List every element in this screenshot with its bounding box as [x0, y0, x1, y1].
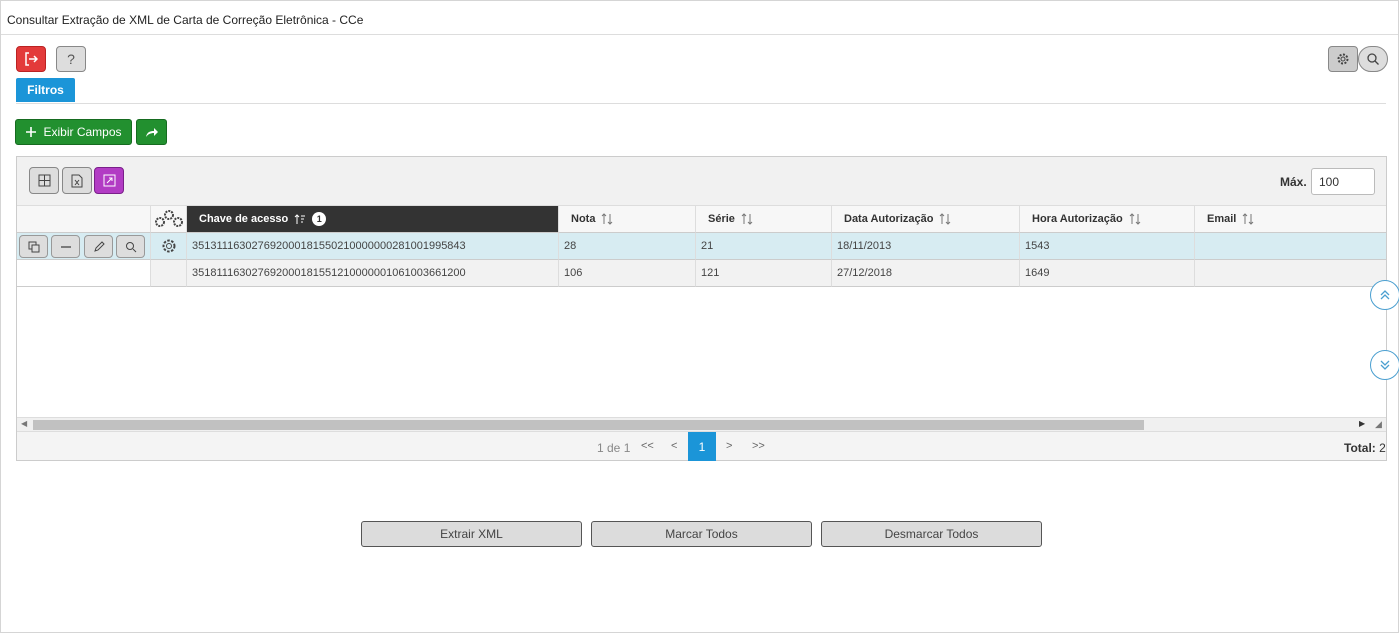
- header-data-autorizacao[interactable]: Data Autorização: [832, 206, 1020, 233]
- page-title: Consultar Extração de XML de Carta de Co…: [7, 13, 364, 27]
- sort-asc-icon: [294, 213, 306, 225]
- column-label: Chave de acesso: [199, 213, 289, 225]
- sort-icon: [1129, 213, 1141, 225]
- page-frame: Consultar Extração de XML de Carta de Co…: [0, 0, 1399, 633]
- chevrons-up-icon: [1380, 290, 1390, 300]
- max-input[interactable]: [1311, 168, 1375, 195]
- table-cell: 21: [696, 233, 832, 260]
- minus-icon: [60, 245, 71, 248]
- header-hora-autorizacao[interactable]: Hora Autorização: [1020, 206, 1195, 233]
- next-page-button[interactable]: >: [726, 440, 732, 452]
- max-label: Máx.: [1280, 175, 1307, 189]
- search-icon: [1367, 53, 1379, 65]
- title-bar: Consultar Extração de XML de Carta de Co…: [1, 1, 1398, 35]
- edit-button[interactable]: [84, 235, 113, 258]
- column-label: Email: [1207, 213, 1237, 225]
- search-icon: [125, 241, 136, 252]
- column-label: Nota: [571, 213, 596, 225]
- prev-page-button[interactable]: <: [671, 440, 677, 452]
- exit-button[interactable]: [16, 46, 46, 72]
- table-cell: 27/12/2018: [832, 260, 1020, 287]
- table-cell: 3513111630276920001815502100000002810019…: [187, 233, 559, 260]
- scroll-bottom-button[interactable]: [1370, 350, 1399, 380]
- divider: [16, 103, 1386, 104]
- page-info: 1 de 1: [597, 441, 631, 455]
- remove-button[interactable]: [51, 235, 80, 258]
- view-button[interactable]: [116, 235, 145, 258]
- sort-icon: [601, 213, 613, 225]
- expand-icon: [103, 174, 115, 187]
- total-label: Total:: [1344, 441, 1376, 455]
- table-cell: 1543: [1020, 233, 1195, 260]
- show-fields-label: Exibir Campos: [43, 125, 122, 139]
- column-label: Série: [708, 213, 735, 225]
- excel-icon: [71, 174, 83, 187]
- search-button[interactable]: [1358, 46, 1388, 72]
- current-page-button[interactable]: 1: [688, 432, 716, 461]
- column-label: Hora Autorização: [1032, 213, 1123, 225]
- show-fields-button[interactable]: Exibir Campos: [15, 119, 132, 145]
- table-cell: 3518111630276920001815512100000010610036…: [187, 260, 559, 287]
- data-grid: Máx. Chave de acesso 1 Nota Série Data A…: [16, 156, 1387, 461]
- layout-button[interactable]: [29, 167, 59, 194]
- table-cell: 28: [559, 233, 696, 260]
- scroll-left-icon[interactable]: ◀: [21, 419, 27, 428]
- expand-button[interactable]: [94, 167, 124, 194]
- row-settings-cell[interactable]: [151, 233, 187, 260]
- table-cell: [1195, 260, 1386, 287]
- last-page-button[interactable]: >>: [752, 440, 765, 452]
- row-actions-cell: [17, 260, 151, 287]
- row-settings-cell: [151, 260, 187, 287]
- extract-xml-button[interactable]: Extrair XML: [361, 521, 582, 547]
- scroll-right-icon[interactable]: ▶: [1359, 419, 1365, 428]
- total-count: Total: 2: [1344, 441, 1386, 455]
- settings-button[interactable]: [1328, 46, 1358, 72]
- copy-icon: [28, 241, 39, 252]
- table-cell: 121: [696, 260, 832, 287]
- scroll-top-button[interactable]: [1370, 280, 1399, 310]
- table-cell: 18/11/2013: [832, 233, 1020, 260]
- plus-icon: [26, 127, 37, 137]
- help-label: ?: [67, 51, 75, 67]
- first-page-button[interactable]: <<: [641, 440, 654, 452]
- help-button[interactable]: ?: [56, 46, 86, 72]
- header-nota[interactable]: Nota: [559, 206, 696, 233]
- exit-icon: [25, 52, 38, 66]
- unmark-all-button[interactable]: Desmarcar Todos: [821, 521, 1042, 547]
- header-actions-cell: [17, 206, 151, 233]
- tab-filtros[interactable]: Filtros: [16, 78, 75, 102]
- sort-icon: [1242, 213, 1254, 225]
- total-value: 2: [1379, 441, 1386, 455]
- share-button[interactable]: [136, 119, 167, 145]
- scrollbar-thumb[interactable]: [33, 420, 1144, 430]
- pagination-bar: 1 de 1 << < 1 > >> Total: 2: [17, 431, 1386, 461]
- table-cell: 106: [559, 260, 696, 287]
- header-serie[interactable]: Série: [696, 206, 832, 233]
- table-cell: 1649: [1020, 260, 1195, 287]
- grid-layout-icon: [38, 174, 50, 187]
- pencil-icon: [93, 240, 105, 252]
- gear-icon: [1337, 53, 1349, 65]
- sort-order-badge: 1: [312, 212, 327, 226]
- mark-all-button[interactable]: Marcar Todos: [591, 521, 812, 547]
- share-arrow-icon: [145, 128, 158, 137]
- table-cell: [1195, 233, 1386, 260]
- header-chave-acesso[interactable]: Chave de acesso 1: [187, 206, 559, 233]
- grid-toolbar: Máx.: [17, 157, 1386, 206]
- sort-icon: [741, 213, 753, 225]
- gears-icon: [154, 210, 183, 227]
- horizontal-scrollbar[interactable]: ◀ ▶ ◢: [17, 417, 1386, 431]
- gear-icon: [162, 239, 175, 253]
- header-settings-cell[interactable]: [151, 206, 187, 233]
- copy-button[interactable]: [19, 235, 48, 258]
- sort-icon: [939, 213, 951, 225]
- export-excel-button[interactable]: [62, 167, 92, 194]
- chevrons-down-icon: [1380, 360, 1390, 370]
- header-email[interactable]: Email: [1195, 206, 1386, 233]
- column-label: Data Autorização: [844, 213, 934, 225]
- resize-handle-icon[interactable]: ◢: [1375, 419, 1382, 430]
